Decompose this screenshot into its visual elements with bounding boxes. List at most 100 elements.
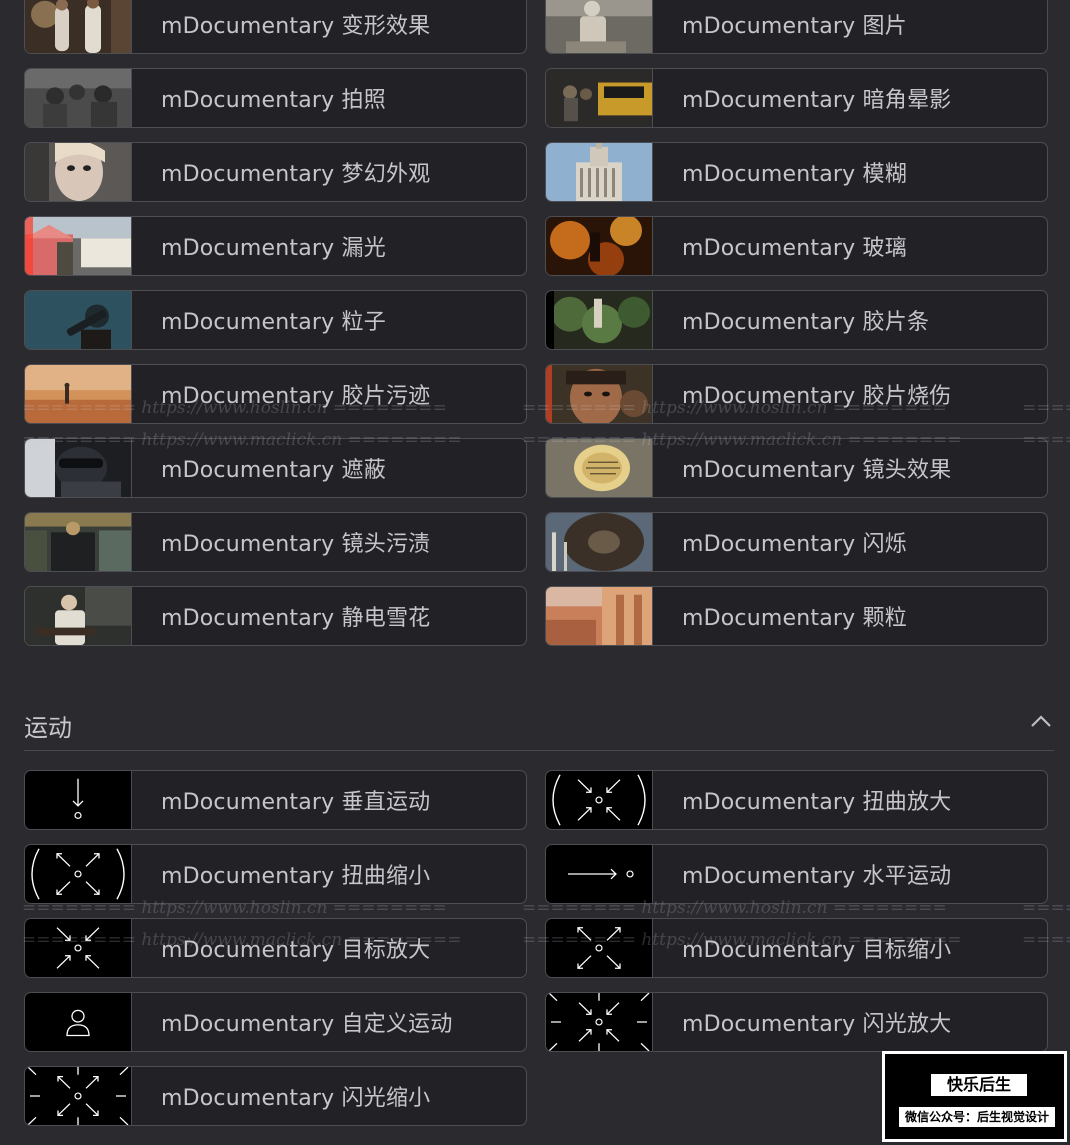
thumb-film-strip xyxy=(546,291,653,349)
warp-zoom-out-icon xyxy=(25,845,132,903)
effects-row: mDocumentary 粒子 mDocumentary 胶片条 xyxy=(24,290,1048,350)
preset-label: mDocumentary 胶片条 xyxy=(682,310,930,335)
preset-label: mDocumentary 闪光缩小 xyxy=(161,1086,431,1111)
vertical-move-icon xyxy=(25,771,132,829)
effects-grid: mDocumentary 变形效果 mDocumentary 图片 mDocumen… xyxy=(24,0,1048,660)
badge-title: 快乐后生 xyxy=(931,1074,1027,1096)
badge-subtitle: 微信公众号：后生视觉设计 xyxy=(899,1107,1055,1127)
preset-tile-motion-7[interactable]: mDocumentary 闪光放大 xyxy=(545,992,1048,1052)
thumb-deform xyxy=(25,0,132,53)
effects-row: mDocumentary 静电雪花 mDocumentary 颗粒 xyxy=(24,586,1048,646)
preset-tile-effects-16[interactable]: mDocumentary 静电雪花 xyxy=(24,586,527,646)
flash-zoom-in-icon xyxy=(546,993,653,1051)
thumb-lens-dirt xyxy=(25,513,132,571)
thumb-glass xyxy=(546,217,653,275)
thumb-grain xyxy=(546,587,653,645)
preset-tile-effects-6[interactable]: mDocumentary 漏光 xyxy=(24,216,527,276)
preset-label: mDocumentary 拍照 xyxy=(161,88,386,113)
preset-tile-motion-8[interactable]: mDocumentary 闪光缩小 xyxy=(24,1066,527,1126)
thumb-vignette xyxy=(546,69,653,127)
effects-row: mDocumentary 胶片污迹 mDocumentary 胶片烧伤 xyxy=(24,364,1048,424)
preset-label: mDocumentary 水平运动 xyxy=(682,864,952,889)
preset-label: mDocumentary 扭曲缩小 xyxy=(161,864,431,889)
wechat-badge: 快乐后生 微信公众号：后生视觉设计 xyxy=(882,1051,1067,1142)
preset-label: mDocumentary 玻璃 xyxy=(682,236,907,261)
preset-label: mDocumentary 镜头污渍 xyxy=(161,532,431,557)
thumb-mask xyxy=(25,439,132,497)
thumb-static xyxy=(25,587,132,645)
effects-row: mDocumentary 漏光 mDocumentary 玻璃 xyxy=(24,216,1048,276)
preset-label: mDocumentary 梦幻外观 xyxy=(161,162,431,187)
preset-label: mDocumentary 暗角晕影 xyxy=(682,88,952,113)
preset-tile-effects-10[interactable]: mDocumentary 胶片污迹 xyxy=(24,364,527,424)
preset-tile-effects-13[interactable]: mDocumentary 镜头效果 xyxy=(545,438,1048,498)
preset-tile-motion-3[interactable]: mDocumentary 水平运动 xyxy=(545,844,1048,904)
preset-tile-motion-4[interactable]: mDocumentary 目标放大 xyxy=(24,918,527,978)
preset-tile-motion-6[interactable]: mDocumentary 自定义运动 xyxy=(24,992,527,1052)
section-title: 运动 xyxy=(24,714,72,742)
thumb-particles xyxy=(25,291,132,349)
preset-label: mDocumentary 遮蔽 xyxy=(161,458,386,483)
motion-section-header[interactable]: 运动 xyxy=(24,700,1054,751)
preset-tile-motion-5[interactable]: mDocumentary 目标缩小 xyxy=(545,918,1048,978)
custom-move-icon xyxy=(25,993,132,1051)
thumb-lens-effect xyxy=(546,439,653,497)
thumb-light-leak xyxy=(25,217,132,275)
target-zoom-in-icon xyxy=(25,919,132,977)
thumb-photo xyxy=(25,69,132,127)
preset-tile-effects-8[interactable]: mDocumentary 粒子 xyxy=(24,290,527,350)
chevron-up-icon[interactable] xyxy=(1030,714,1052,728)
effects-row: mDocumentary 遮蔽 mDocumentary 镜头效果 xyxy=(24,438,1048,498)
motion-row: mDocumentary 目标放大 mDocumentary 目标缩小 xyxy=(24,918,1048,978)
preset-label: mDocumentary 闪光放大 xyxy=(682,1012,952,1037)
effects-row: mDocumentary 拍照 mDocumentary 暗角晕影 xyxy=(24,68,1048,128)
preset-label: mDocumentary 镜头效果 xyxy=(682,458,952,483)
motion-row: mDocumentary 垂直运动 mDocumentary 扭曲放大 xyxy=(24,770,1048,830)
horizontal-move-icon xyxy=(546,845,653,903)
thumb-flicker xyxy=(546,513,653,571)
thumb-film-stain xyxy=(25,365,132,423)
preset-tile-effects-11[interactable]: mDocumentary 胶片烧伤 xyxy=(545,364,1048,424)
motion-row: mDocumentary 自定义运动 mDocumentary 闪光放大 xyxy=(24,992,1048,1052)
preset-tile-effects-17[interactable]: mDocumentary 颗粒 xyxy=(545,586,1048,646)
motion-row: mDocumentary 扭曲缩小 mDocumentary 水平运动 xyxy=(24,844,1048,904)
preset-tile-motion-1[interactable]: mDocumentary 扭曲放大 xyxy=(545,770,1048,830)
preset-label: mDocumentary 闪烁 xyxy=(682,532,907,557)
preset-label: mDocumentary 目标放大 xyxy=(161,938,431,963)
preset-label: mDocumentary 胶片污迹 xyxy=(161,384,431,409)
preset-tile-effects-9[interactable]: mDocumentary 胶片条 xyxy=(545,290,1048,350)
preset-tile-effects-12[interactable]: mDocumentary 遮蔽 xyxy=(24,438,527,498)
preset-label: mDocumentary 垂直运动 xyxy=(161,790,431,815)
effects-row: mDocumentary 镜头污渍 mDocumentary 闪烁 xyxy=(24,512,1048,572)
preset-tile-motion-2[interactable]: mDocumentary 扭曲缩小 xyxy=(24,844,527,904)
flash-zoom-out-icon xyxy=(25,1067,132,1125)
warp-zoom-in-icon xyxy=(546,771,653,829)
preset-tile-effects-0[interactable]: mDocumentary 变形效果 xyxy=(24,0,527,54)
preset-label: mDocumentary 漏光 xyxy=(161,236,386,261)
thumb-picture xyxy=(546,0,653,53)
preset-tile-effects-7[interactable]: mDocumentary 玻璃 xyxy=(545,216,1048,276)
thumb-dreamy xyxy=(25,143,132,201)
preset-label: mDocumentary 胶片烧伤 xyxy=(682,384,952,409)
preset-label: mDocumentary 模糊 xyxy=(682,162,907,187)
preset-label: mDocumentary 颗粒 xyxy=(682,606,907,631)
preset-label: mDocumentary 静电雪花 xyxy=(161,606,431,631)
preset-tile-effects-5[interactable]: mDocumentary 模糊 xyxy=(545,142,1048,202)
preset-label: mDocumentary 目标缩小 xyxy=(682,938,952,963)
preset-tile-effects-14[interactable]: mDocumentary 镜头污渍 xyxy=(24,512,527,572)
effects-row: mDocumentary 变形效果 mDocumentary 图片 xyxy=(24,0,1048,54)
preset-label: mDocumentary 变形效果 xyxy=(161,14,431,39)
preset-tile-effects-1[interactable]: mDocumentary 图片 xyxy=(545,0,1048,54)
effects-row: mDocumentary 梦幻外观 mDocumentary 模糊 xyxy=(24,142,1048,202)
preset-label: mDocumentary 自定义运动 xyxy=(161,1012,453,1037)
preset-tile-motion-0[interactable]: mDocumentary 垂直运动 xyxy=(24,770,527,830)
target-zoom-out-icon xyxy=(546,919,653,977)
thumb-blur xyxy=(546,143,653,201)
thumb-film-burn xyxy=(546,365,653,423)
preset-tile-effects-4[interactable]: mDocumentary 梦幻外观 xyxy=(24,142,527,202)
preset-label: mDocumentary 图片 xyxy=(682,14,907,39)
preset-tile-effects-15[interactable]: mDocumentary 闪烁 xyxy=(545,512,1048,572)
preset-tile-effects-2[interactable]: mDocumentary 拍照 xyxy=(24,68,527,128)
preset-label: mDocumentary 扭曲放大 xyxy=(682,790,952,815)
preset-tile-effects-3[interactable]: mDocumentary 暗角晕影 xyxy=(545,68,1048,128)
